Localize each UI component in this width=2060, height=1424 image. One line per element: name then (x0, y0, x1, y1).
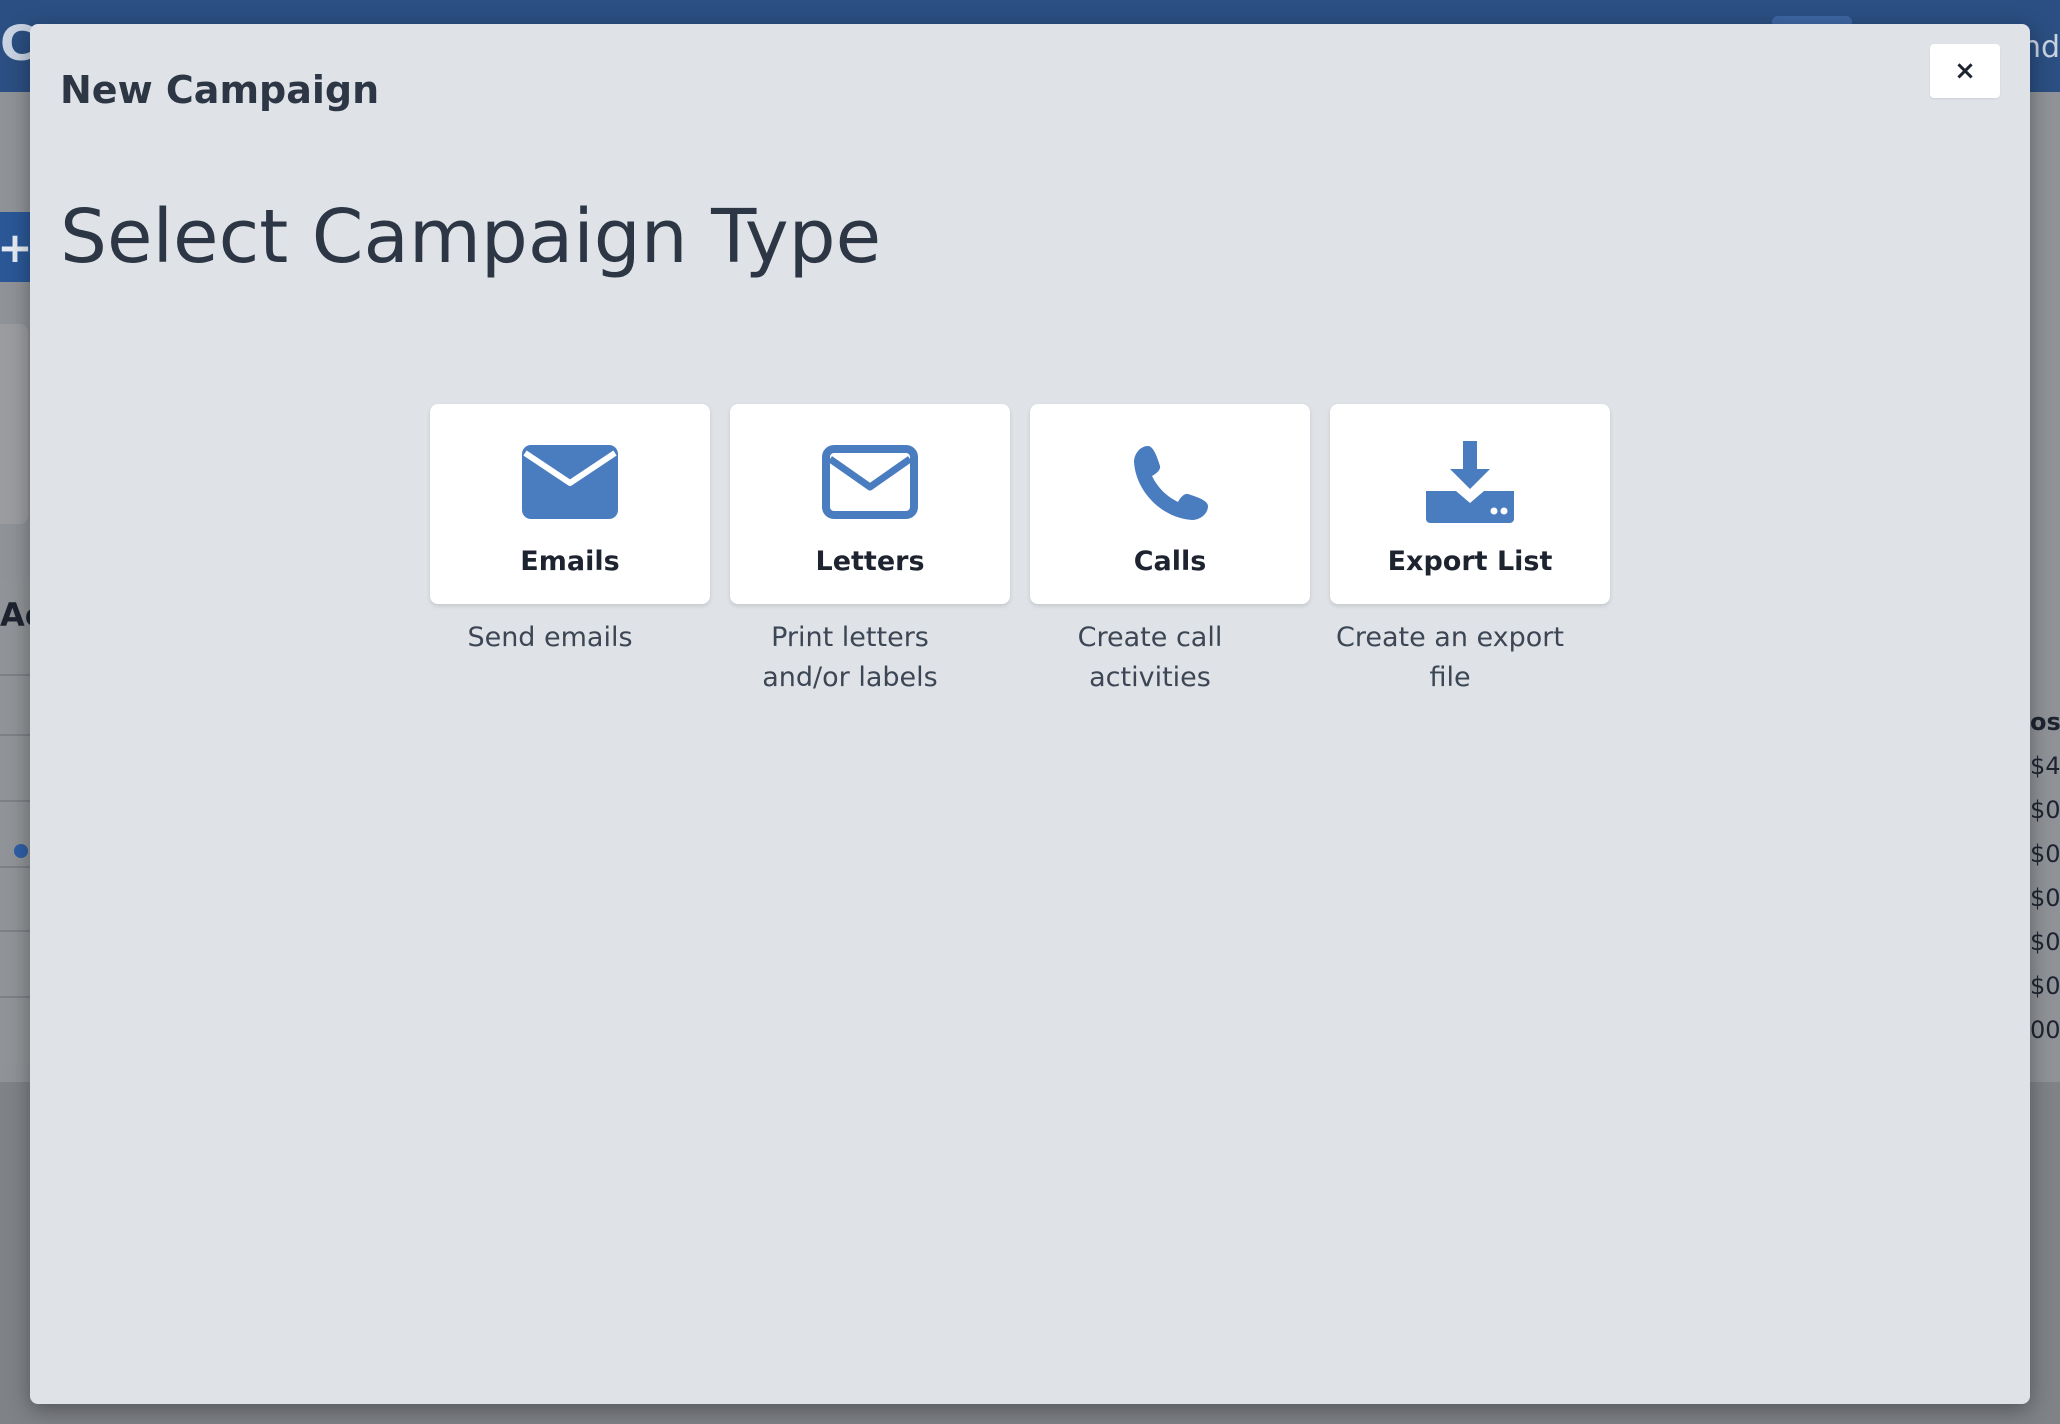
campaign-type-options: Emails Send emails Letters Print letters… (430, 404, 1670, 724)
cell-value: $0 (2030, 796, 2060, 824)
background-panel (0, 578, 30, 1064)
option-letters-card[interactable]: Letters (730, 404, 1010, 604)
background-cost-column: ost $45 $0 $0 $0 $0 $0 00 (2030, 700, 2060, 1052)
close-icon: × (1954, 56, 1976, 86)
cell-value: 00 (2030, 1016, 2060, 1044)
option-label: Calls (1133, 546, 1207, 577)
modal-title: New Campaign (60, 68, 380, 112)
add-icon: + (0, 212, 33, 282)
option-export-list: Export List Create an export file (1330, 404, 1610, 698)
close-button[interactable]: × (1930, 44, 2000, 98)
cell-value: $0 (2030, 840, 2060, 868)
cell-value: $45 (2030, 752, 2060, 780)
envelope-outline-icon (820, 442, 920, 522)
background-card (0, 324, 28, 524)
divider (0, 800, 30, 802)
option-label: Export List (1387, 546, 1553, 577)
divider (0, 866, 30, 868)
option-export-list-card[interactable]: Export List (1330, 404, 1610, 604)
option-calls-card[interactable]: Calls (1030, 404, 1310, 604)
page-heading: Select Campaign Type (60, 194, 882, 280)
chart-point (14, 844, 28, 858)
divider (0, 930, 30, 932)
new-campaign-modal: New Campaign × Select Campaign Type Emai… (30, 24, 2030, 1404)
cell-value: $0 (2030, 972, 2060, 1000)
divider (0, 996, 30, 998)
option-description: Print letters and/or labels (762, 622, 938, 693)
column-header: ost (2030, 708, 2060, 736)
divider (0, 734, 30, 736)
option-description: Create call activities (1077, 622, 1223, 693)
option-description: Create an export file (1336, 622, 1564, 693)
option-label: Emails (520, 546, 620, 577)
option-description: Send emails (467, 622, 633, 653)
cell-value: $0 (2030, 884, 2060, 912)
divider (0, 674, 30, 676)
phone-icon (1120, 442, 1220, 522)
option-label: Letters (815, 546, 925, 577)
option-emails: Emails Send emails (430, 404, 710, 658)
option-calls: Calls Create call activities (1030, 404, 1310, 698)
download-tray-icon (1420, 441, 1520, 523)
cell-value: $0 (2030, 928, 2060, 956)
option-letters: Letters Print letters and/or labels (730, 404, 1010, 698)
option-emails-card[interactable]: Emails (430, 404, 710, 604)
envelope-solid-icon (520, 442, 620, 522)
